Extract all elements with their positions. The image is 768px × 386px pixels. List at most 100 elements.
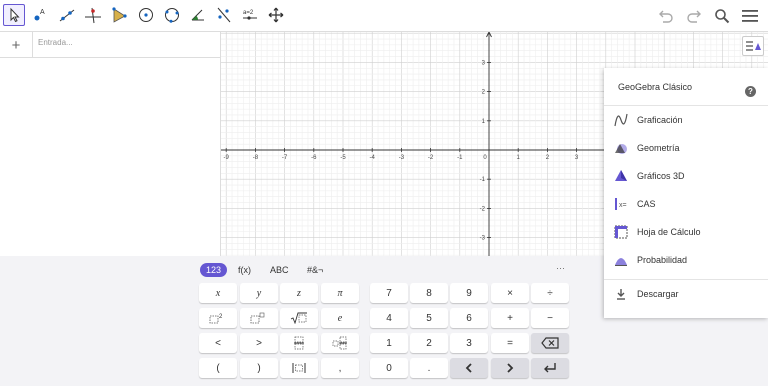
circle-three-points-icon[interactable] [161, 4, 183, 26]
key-minus[interactable]: − [531, 308, 569, 328]
key-multiply[interactable]: × [491, 283, 529, 303]
perspectives-title: GeoGebra Clásico [618, 82, 693, 92]
key-7[interactable]: 7 [370, 283, 408, 303]
move-icon[interactable] [3, 4, 25, 26]
perspective-label: Probabilidad [637, 255, 688, 265]
x-tick-label: -8 [253, 155, 259, 161]
polygon-icon[interactable] [108, 4, 130, 26]
key-plus[interactable]: + [491, 308, 529, 328]
x-tick-label: -9 [224, 155, 230, 161]
key-8[interactable]: 8 [410, 283, 448, 303]
spreadsheet-icon [614, 225, 628, 239]
svg-text:x=: x= [619, 202, 627, 209]
search-icon[interactable] [712, 6, 732, 26]
key-y[interactable]: y [240, 283, 278, 303]
key-z[interactable]: z [280, 283, 318, 303]
line-icon[interactable] [56, 4, 78, 26]
perspective-label: Hoja de Cálculo [637, 227, 701, 237]
x-tick-label: -5 [340, 155, 346, 161]
move-graphics-view-icon[interactable] [265, 4, 287, 26]
x-tick-label: -1 [457, 155, 463, 161]
redo-icon[interactable] [684, 6, 704, 26]
perspectives-panel: GeoGebra Clásico ? Graficación Geometría… [604, 68, 768, 318]
3d-graphics-icon [615, 170, 627, 181]
key-4[interactable]: 4 [370, 308, 408, 328]
fraction-icon[interactable] [280, 333, 318, 353]
key-0[interactable]: 0 [370, 358, 408, 378]
perspective-label: CAS [637, 199, 656, 209]
perspective-spreadsheet[interactable]: Hoja de Cálculo [604, 218, 768, 246]
sqrt-icon[interactable] [280, 308, 318, 328]
perspective-3d-graphics[interactable]: Gráficos 3D [604, 162, 768, 190]
key-5[interactable]: 5 [410, 308, 448, 328]
perspective-label: Geometría [637, 143, 680, 153]
cas-icon: x= [615, 198, 627, 210]
backspace-icon[interactable] [531, 333, 569, 353]
squared-icon[interactable]: 2 [199, 308, 237, 328]
perspective-label: Gráficos 3D [637, 171, 685, 181]
probability-icon [615, 258, 627, 266]
enter-icon[interactable] [531, 358, 569, 378]
download-item[interactable]: Descargar [604, 280, 768, 308]
x-tick-label: -6 [311, 155, 317, 161]
key-comma[interactable]: , [321, 358, 359, 378]
undo-icon[interactable] [656, 6, 676, 26]
key-e[interactable]: e [321, 308, 359, 328]
key-3[interactable]: 3 [450, 333, 488, 353]
algebra-input[interactable]: Entrada... [38, 38, 73, 47]
key-equals[interactable]: = [491, 333, 529, 353]
keyboard-tab-123[interactable]: 123 [200, 263, 228, 277]
x-tick-label: -3 [399, 155, 405, 161]
key-2[interactable]: 2 [410, 333, 448, 353]
download-icon [617, 289, 625, 300]
perspective-label: Graficación [637, 115, 683, 125]
reflect-line-icon[interactable] [213, 4, 235, 26]
key-x[interactable]: x [199, 283, 237, 303]
geometry-icon [615, 144, 627, 154]
key-6[interactable]: 6 [450, 308, 488, 328]
y-tick-label: 2 [482, 90, 486, 96]
keyboard-tab-symbols[interactable]: #&¬ [307, 263, 323, 277]
algebra-view: + Entrada... [0, 32, 221, 256]
graphing-icon [614, 113, 628, 127]
style-bar-toggle-icon[interactable] [742, 36, 764, 56]
key-less-than[interactable]: < [199, 333, 237, 353]
key-left-paren[interactable]: ( [199, 358, 237, 378]
absolute-value-icon[interactable] [280, 358, 318, 378]
add-icon[interactable]: + [0, 32, 33, 58]
help-icon[interactable]: ? [745, 86, 756, 97]
x-tick-label: -7 [282, 155, 288, 161]
key-decimal-point[interactable]: . [410, 358, 448, 378]
key-divide[interactable]: ÷ [531, 283, 569, 303]
key-pi[interactable]: π [321, 283, 359, 303]
download-label: Descargar [637, 289, 679, 299]
keyboard-tab-functions[interactable]: f(x) [238, 263, 251, 277]
key-9[interactable]: 9 [450, 283, 488, 303]
point-icon[interactable]: A [29, 4, 51, 26]
x-tick-label: -4 [370, 155, 376, 161]
angle-icon[interactable] [187, 4, 209, 26]
y-tick-label: -2 [480, 206, 486, 212]
perspective-probability[interactable]: Probabilidad [604, 246, 768, 274]
power-icon[interactable] [240, 308, 278, 328]
key-1[interactable]: 1 [370, 333, 408, 353]
perspective-cas[interactable]: x= CAS [604, 190, 768, 218]
perspective-geometry[interactable]: Geometría [604, 134, 768, 162]
key-greater-than[interactable]: > [240, 333, 278, 353]
mixed-fraction-icon[interactable] [321, 333, 359, 353]
y-tick-label: 1 [482, 119, 486, 125]
left-arrow-icon[interactable] [450, 358, 488, 378]
menu-icon[interactable] [740, 6, 760, 26]
circle-center-point-icon[interactable] [135, 4, 157, 26]
y-tick-label: -1 [480, 177, 486, 183]
keyboard-more-icon[interactable]: ··· [556, 263, 565, 273]
y-tick-label: 3 [482, 60, 486, 66]
slider-icon[interactable]: a=2 [239, 4, 261, 26]
perspective-graphing[interactable]: Graficación [604, 106, 768, 134]
svg-text:A: A [40, 9, 45, 16]
perpendicular-line-icon[interactable] [82, 4, 104, 26]
keyboard-tab-abc[interactable]: ABC [270, 263, 289, 277]
right-arrow-icon[interactable] [491, 358, 529, 378]
algebra-input-row[interactable]: + Entrada... [0, 32, 220, 58]
key-right-paren[interactable]: ) [240, 358, 278, 378]
